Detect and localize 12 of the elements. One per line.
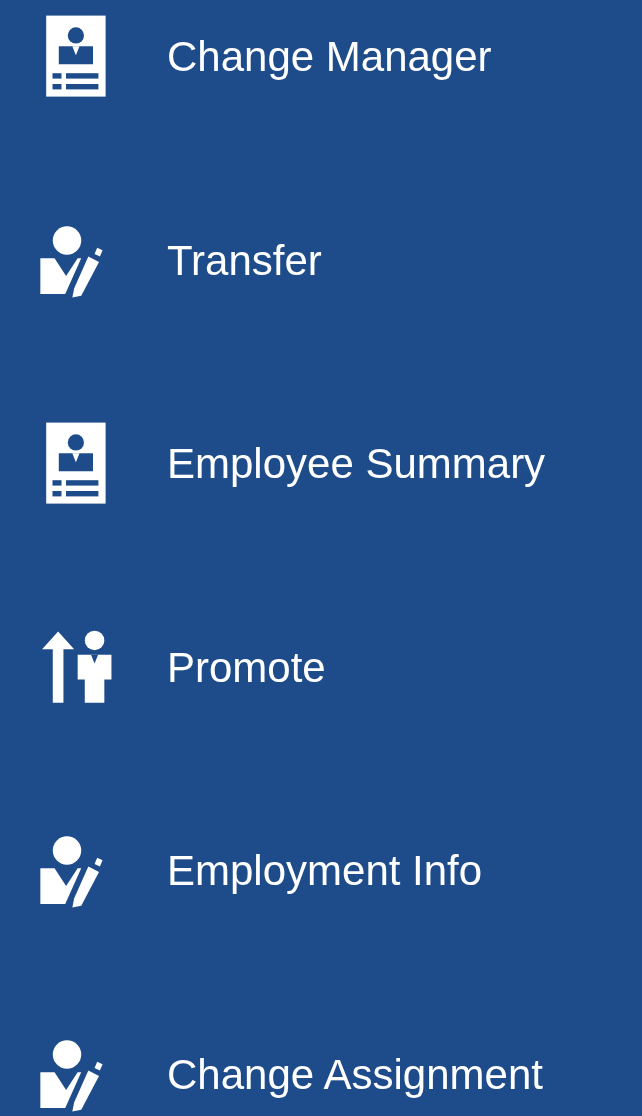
menu-label: Change Assignment <box>167 1050 543 1099</box>
menu-label: Transfer <box>167 236 322 285</box>
menu-item[interactable]: Employee Summary <box>0 407 642 522</box>
menu-label: Employment Info <box>167 847 483 896</box>
menu-item[interactable]: Change Assignment <box>0 1017 642 1116</box>
menu-item[interactable]: Promote <box>0 610 642 725</box>
menu-label: Promote <box>167 643 326 692</box>
menu-item[interactable]: Transfer <box>0 203 642 318</box>
menu-label: Employee Summary <box>167 440 546 489</box>
menu-label: Change Manager <box>167 33 492 81</box>
menu-item[interactable]: Change Manager <box>0 0 642 114</box>
menu-item[interactable]: Employment Info <box>0 814 642 929</box>
